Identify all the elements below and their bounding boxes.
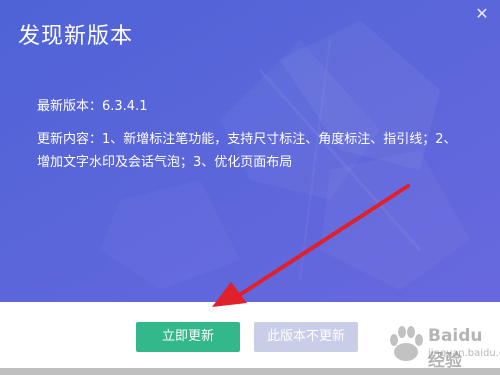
- window-bottom-strip: [0, 368, 500, 375]
- skip-version-button[interactable]: 此版本不更新: [254, 322, 358, 352]
- watermark-brand: Baidu经验: [428, 326, 483, 368]
- watermark-url: jingyan.baidu.com: [428, 348, 500, 359]
- update-now-button[interactable]: 立即更新: [136, 322, 240, 352]
- close-icon[interactable]: ✕: [474, 6, 490, 22]
- update-dialog: 发现新版本 ✕ 最新版本：6.3.4.1 更新内容：1、新增标注笔功能，支持尺寸…: [0, 0, 500, 368]
- dialog-banner: 发现新版本 ✕ 最新版本：6.3.4.1 更新内容：1、新增标注笔功能，支持尺寸…: [0, 0, 500, 302]
- baidu-watermark: Baidu经验 jingyan.baidu.com: [382, 318, 500, 368]
- update-content-text: 更新内容：1、新增标注笔功能，支持尺寸标注、角度标注、指引线；2、增加文字水印及…: [37, 132, 457, 170]
- dialog-title: 发现新版本: [18, 24, 134, 49]
- paw-logo-icon: [390, 326, 423, 361]
- latest-version-text: 最新版本：6.3.4.1: [37, 99, 148, 114]
